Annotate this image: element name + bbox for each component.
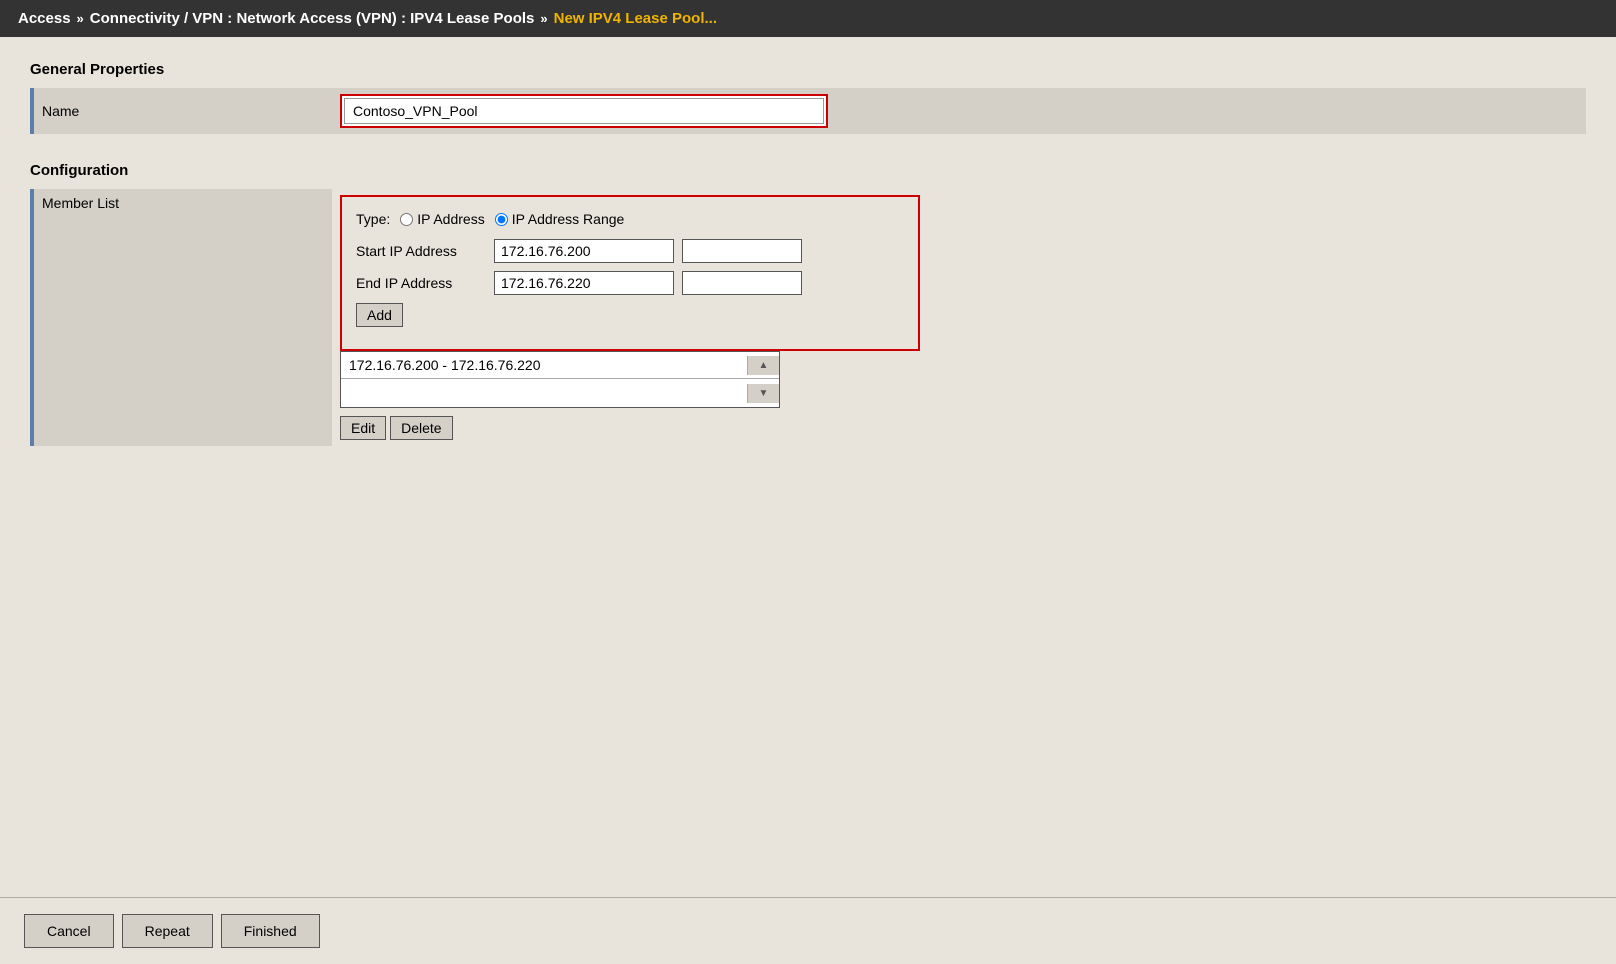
- end-ip-row: End IP Address: [356, 271, 904, 295]
- type-ip-address-range-text: IP Address Range: [512, 211, 625, 227]
- name-input-highlight-box: [340, 94, 828, 128]
- cancel-button[interactable]: Cancel: [24, 914, 114, 948]
- properties-table: Name: [30, 88, 1586, 134]
- configuration-title: Configuration: [30, 162, 1586, 179]
- breadcrumb-part2: Connectivity / VPN : Network Access (VPN…: [90, 10, 535, 27]
- delete-button[interactable]: Delete: [390, 416, 452, 440]
- start-ip-extra-input[interactable]: [682, 239, 802, 263]
- breadcrumb-part3: New IPV4 Lease Pool...: [554, 10, 717, 27]
- name-input[interactable]: [344, 98, 824, 124]
- type-ip-address-text: IP Address: [417, 211, 484, 227]
- start-ip-input[interactable]: [494, 239, 674, 263]
- repeat-button[interactable]: Repeat: [122, 914, 213, 948]
- add-button[interactable]: Add: [356, 303, 403, 327]
- edit-delete-row: Edit Delete: [340, 416, 1578, 440]
- member-list-label-cell: Member List: [32, 189, 332, 446]
- member-list-item-2: [341, 379, 747, 407]
- type-ip-address-range-radio[interactable]: [495, 213, 508, 226]
- breadcrumb-part1: Access: [18, 10, 71, 27]
- end-ip-extra-input[interactable]: [682, 271, 802, 295]
- main-content: General Properties Name Configuration: [0, 37, 1616, 897]
- general-properties-title: General Properties: [30, 61, 1586, 78]
- end-ip-input[interactable]: [494, 271, 674, 295]
- member-list-row-2: ▼: [341, 379, 779, 407]
- start-ip-label: Start IP Address: [356, 243, 486, 259]
- type-row: Type: IP Address IP Address Range: [356, 211, 904, 227]
- type-ip-address-radio[interactable]: [400, 213, 413, 226]
- breadcrumb-arrow2: »: [540, 11, 547, 26]
- start-ip-row: Start IP Address: [356, 239, 904, 263]
- type-label: Type:: [356, 211, 390, 227]
- breadcrumb-arrow1: »: [77, 11, 84, 26]
- config-right-cell: Type: IP Address IP Address Range: [332, 189, 1586, 446]
- member-list-item-1: 172.16.76.200 - 172.16.76.220: [341, 352, 747, 378]
- scroll-down-button[interactable]: ▼: [747, 384, 779, 403]
- configuration-section: Configuration Member List Type:: [30, 162, 1586, 446]
- config-main-row: Member List Type: IP Address: [32, 189, 1586, 446]
- edit-button[interactable]: Edit: [340, 416, 386, 440]
- type-ip-address-label[interactable]: IP Address: [400, 211, 484, 227]
- breadcrumb-bar: Access » Connectivity / VPN : Network Ac…: [0, 0, 1616, 37]
- scroll-up-button[interactable]: ▲: [747, 356, 779, 375]
- member-list-row-1: 172.16.76.200 - 172.16.76.220 ▲: [341, 352, 779, 379]
- bottom-bar: Cancel Repeat Finished: [0, 897, 1616, 964]
- name-input-cell: [332, 88, 1586, 134]
- type-ip-address-range-label[interactable]: IP Address Range: [495, 211, 625, 227]
- name-label: Name: [32, 88, 332, 134]
- name-row: Name: [32, 88, 1586, 134]
- member-list-container: 172.16.76.200 - 172.16.76.220 ▲ ▼: [340, 351, 780, 408]
- member-list-area: 172.16.76.200 - 172.16.76.220 ▲ ▼: [340, 351, 1578, 440]
- finished-button[interactable]: Finished: [221, 914, 320, 948]
- config-highlight-box: Type: IP Address IP Address Range: [340, 195, 920, 351]
- general-properties-section: General Properties Name: [30, 61, 1586, 134]
- end-ip-label: End IP Address: [356, 275, 486, 291]
- member-list-label: Member List: [42, 195, 119, 211]
- config-outer-table: Member List Type: IP Address: [30, 189, 1586, 446]
